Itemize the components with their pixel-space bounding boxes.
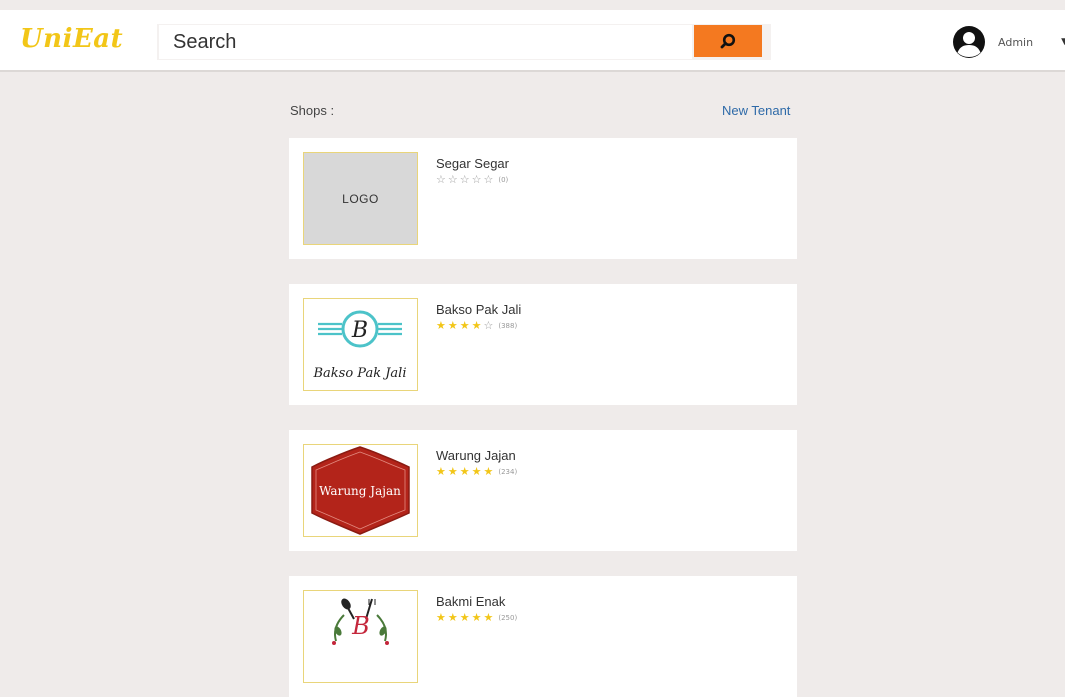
warung-logo-text: Warung Jajan — [319, 484, 401, 498]
search-icon — [720, 33, 736, 49]
star-filled-icon: ★ — [459, 611, 470, 624]
shop-rating: ★ ★ ★ ★ ★ (250) — [436, 612, 517, 623]
bakso-logo-text: Bakso Pak Jali — [312, 366, 406, 381]
star-filled-icon: ★ — [471, 611, 482, 624]
star-outline-icon: ☆ — [471, 173, 482, 186]
rating-count: (0) — [498, 175, 509, 184]
shop-card[interactable]: Warung Jajan Warung Jajan ★ ★ ★ ★ ★ (234) — [289, 430, 797, 551]
star-outline-icon: ☆ — [459, 173, 470, 186]
star-filled-icon: ★ — [483, 465, 494, 478]
star-filled-icon: ★ — [471, 465, 482, 478]
user-menu[interactable]: Admin ▼ — [952, 24, 1065, 60]
star-filled-icon: ★ — [459, 465, 470, 478]
star-filled-icon: ★ — [436, 611, 446, 624]
star-filled-icon: ★ — [447, 611, 458, 624]
caret-down-icon[interactable]: ▼ — [1061, 37, 1065, 47]
bakmi-logo-letter: B — [351, 612, 370, 640]
bakso-logo-letter: B — [351, 318, 368, 343]
shop-name[interactable]: Segar Segar — [436, 156, 509, 171]
top-header: UniEat Admin ▼ — [0, 10, 1065, 72]
logo-placeholder-text: LOGO — [342, 191, 379, 206]
star-filled-icon: ★ — [471, 319, 482, 332]
shop-rating: ☆ ☆ ☆ ☆ ☆ (0) — [436, 174, 508, 185]
shop-name[interactable]: Bakso Pak Jali — [436, 302, 521, 317]
rating-count: (250) — [498, 613, 518, 622]
new-tenant-link[interactable]: New Tenant — [722, 103, 790, 118]
brand-logo[interactable]: UniEat — [20, 24, 123, 54]
star-filled-icon: ★ — [483, 611, 494, 624]
shop-logo: B Bakso Pak Jali — [303, 298, 418, 391]
shop-logo: Warung Jajan — [303, 444, 418, 537]
star-filled-icon: ★ — [436, 465, 446, 478]
rating-count: (388) — [498, 321, 518, 330]
shop-rating: ★ ★ ★ ★ ☆ (388) — [436, 320, 517, 331]
shop-logo-placeholder: LOGO — [303, 152, 418, 245]
shop-card[interactable]: B Bakso Pak Jali Bakso Pak Jali ★ ★ ★ ★ ☆ (38… — [289, 284, 797, 405]
star-outline-icon: ☆ — [436, 173, 446, 186]
star-filled-icon: ★ — [447, 319, 458, 332]
search-input[interactable] — [159, 25, 692, 59]
user-avatar-icon — [953, 26, 985, 58]
search-bar — [157, 24, 771, 60]
shop-name[interactable]: Bakmi Enak — [436, 594, 505, 609]
star-outline-icon: ☆ — [483, 173, 494, 186]
star-filled-icon: ★ — [436, 319, 446, 332]
star-filled-icon: ★ — [459, 319, 470, 332]
bakso-pak-jali-logo: B Bakso Pak Jali — [312, 310, 407, 381]
warung-jajan-logo: Warung Jajan — [311, 446, 410, 535]
rating-count: (234) — [498, 467, 518, 476]
star-outline-icon: ☆ — [483, 319, 494, 332]
shops-section-label: Shops : — [290, 103, 335, 118]
shop-card[interactable]: LOGO Segar Segar ☆ ☆ ☆ ☆ ☆ (0) — [289, 138, 797, 259]
user-name[interactable]: Admin — [998, 36, 1033, 49]
shop-name[interactable]: Warung Jajan — [436, 448, 516, 463]
search-button[interactable] — [694, 25, 762, 57]
shop-rating: ★ ★ ★ ★ ★ (234) — [436, 466, 517, 477]
star-outline-icon: ☆ — [447, 173, 458, 186]
star-filled-icon: ★ — [447, 465, 458, 478]
